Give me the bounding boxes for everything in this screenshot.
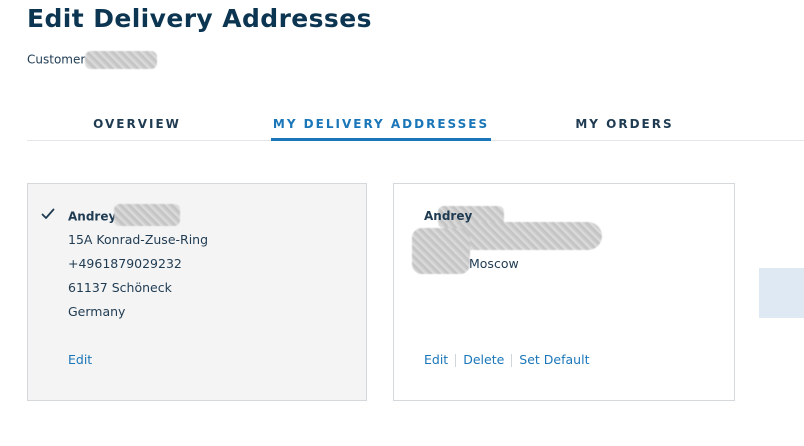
page-title: Edit Delivery Addresses xyxy=(27,4,372,33)
tab-my-delivery-addresses[interactable]: MY DELIVERY ADDRESSES xyxy=(271,112,491,140)
side-panel-tab[interactable] xyxy=(759,268,804,318)
set-default-link[interactable]: Set Default xyxy=(519,352,589,367)
address-actions: Edit Delete Set Default xyxy=(424,352,589,367)
delete-address-link[interactable]: Delete xyxy=(463,352,504,367)
address-street-hidden xyxy=(424,232,519,256)
tab-bar: OVERVIEW MY DELIVERY ADDRESSES MY ORDERS xyxy=(27,112,804,141)
address-city: Moscow xyxy=(469,256,519,271)
edit-address-link[interactable]: Edit xyxy=(424,352,448,367)
address-name: Andrey xyxy=(424,209,473,223)
address-details: Andrey 15A Konrad-Zuse-Ring +49618790292… xyxy=(68,204,209,328)
address-details: Andrey Moscow xyxy=(424,208,519,280)
action-divider xyxy=(455,354,457,367)
edit-address-link[interactable]: Edit xyxy=(68,352,92,367)
address-phone: +4961879029232 xyxy=(68,256,182,271)
checkmark-icon xyxy=(41,208,55,219)
active-tab-indicator xyxy=(271,138,491,141)
action-divider xyxy=(511,354,513,367)
address-actions: Edit xyxy=(68,352,92,367)
tab-overview[interactable]: OVERVIEW xyxy=(67,112,207,140)
customer-line: Customer xyxy=(27,51,158,69)
address-card: Andrey Moscow Edit Delete Set Default xyxy=(393,183,735,401)
address-card-default: Andrey 15A Konrad-Zuse-Ring +49618790292… xyxy=(27,183,367,401)
tab-my-orders[interactable]: MY ORDERS xyxy=(552,112,697,140)
page: Edit Delivery Addresses Customer OVERVIE… xyxy=(0,0,804,446)
redacted-surname xyxy=(114,204,181,226)
address-country: Germany xyxy=(68,304,126,319)
address-name-line: Andrey xyxy=(68,204,208,232)
redacted-customer-number xyxy=(85,51,158,69)
address-city: 61137 Schöneck xyxy=(68,280,172,295)
address-street: 15A Konrad-Zuse-Ring xyxy=(68,232,209,247)
address-name: Andrey xyxy=(68,209,117,224)
customer-label: Customer xyxy=(27,52,86,67)
